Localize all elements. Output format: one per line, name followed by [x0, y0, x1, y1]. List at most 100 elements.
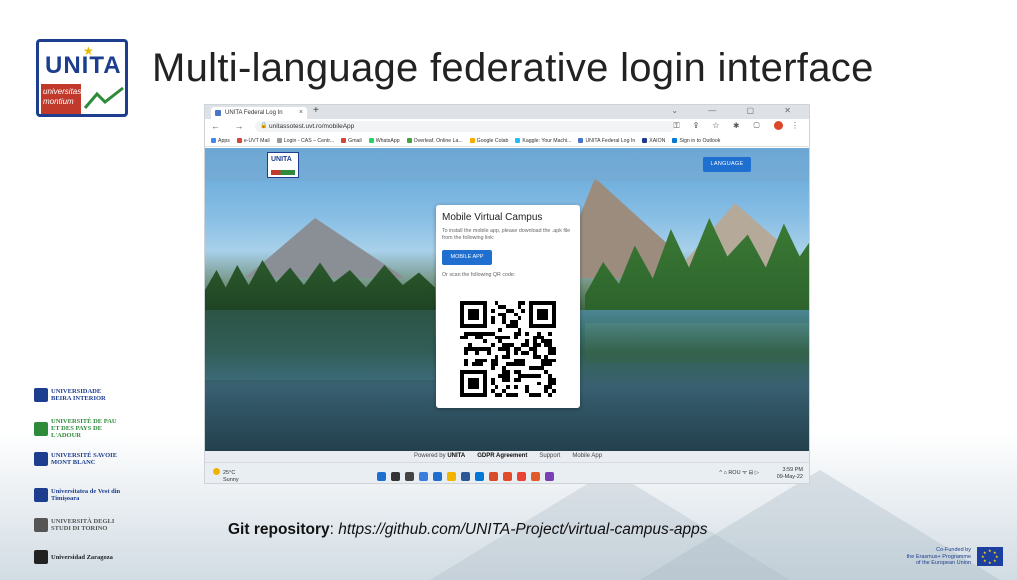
bookmark-label: Kaggle: Your Machi... [522, 138, 572, 144]
bookmark-icon [672, 138, 678, 143]
bookmark-item[interactable]: XAION [642, 138, 665, 144]
partner-logo: Universitatea de Vest din Timișoara [34, 488, 121, 502]
unita-logo-subtitle: universitas montium [41, 84, 81, 114]
bookmark-icon [276, 138, 282, 143]
qr-module [513, 335, 518, 340]
university-emblem-icon [34, 452, 48, 466]
bookmark-item[interactable]: UNITA Federal Log In [578, 138, 635, 144]
language-button[interactable]: LANGUAGE [703, 157, 751, 172]
mobile-app-button[interactable]: MOBILE APP [442, 250, 492, 265]
taskbar-app-icon[interactable] [545, 472, 554, 481]
bookmark-item[interactable]: Google Colab [469, 138, 508, 144]
bookmark-icon [211, 138, 216, 143]
favicon-icon [215, 110, 221, 116]
qr-module [513, 350, 518, 355]
qr-module [506, 377, 510, 382]
temperature: 25°C [223, 470, 236, 476]
taskbar-app-icon[interactable] [461, 472, 470, 481]
taskbar-app-icon[interactable] [503, 472, 512, 481]
url-field[interactable]: 🔒 unitassotest.uvt.ro/mobileApp [255, 121, 675, 132]
qr-module [483, 339, 487, 344]
taskbar-app-icon[interactable] [447, 472, 456, 481]
qr-module [552, 350, 556, 355]
bookmark-item[interactable]: e-UVT Mail [236, 138, 270, 144]
taskbar-app-icon[interactable] [489, 472, 498, 481]
taskbar-app-icon[interactable] [517, 472, 526, 481]
bookmark-icon [341, 138, 347, 143]
eu-flag-icon: ★ ★ ★ ★ ★ ★ ★ ★ [977, 547, 1003, 566]
weather-condition: Sunny [223, 476, 239, 483]
header-logo-text: UNITA [271, 156, 292, 163]
qr-module [490, 343, 495, 348]
qr-module [490, 308, 495, 313]
university-emblem-icon [34, 388, 48, 402]
lock-icon: 🔒 [260, 123, 268, 129]
browser-toolbar-icons[interactable]: ⚿ ⇪ ☆ ✱ ▢ ⋮ [673, 121, 805, 131]
bookmark-item[interactable]: WhatsApp [368, 138, 400, 144]
qr-module [463, 335, 468, 340]
qr-module [536, 373, 541, 378]
partner-name: UNIVERSITÉ DE PAU ET DES PAYS DE L'ADOUR [51, 418, 117, 439]
profile-avatar[interactable] [773, 121, 783, 131]
qr-module [513, 385, 518, 390]
page-header: UNITA LANGUAGE [205, 148, 809, 181]
footer-mobile-link[interactable]: Mobile App [572, 453, 602, 459]
bookmark-label: e-UVT Mail [243, 138, 270, 144]
new-tab-button[interactable]: + [313, 105, 319, 116]
eu-line-1: Co-Funded by [936, 547, 971, 553]
partner-logo: UNIVERSITÉ SAVOIE MONT BLANC [34, 452, 121, 466]
taskbar-app-icon[interactable] [433, 472, 442, 481]
page-footer: Powered by UNITA GDPR Agreement Support Mob… [205, 451, 809, 462]
taskbar-app-icon[interactable] [405, 472, 414, 481]
bookmark-label: Gmail [348, 138, 362, 144]
bookmark-item[interactable]: Kaggle: Your Machi... [515, 138, 571, 144]
qr-module [513, 393, 518, 397]
taskbar-app-icon[interactable] [377, 472, 386, 481]
git-repository-line: Git repository: https://github.com/UNITA… [228, 521, 708, 539]
taskbar-app-icon[interactable] [475, 472, 484, 481]
close-tab-icon[interactable]: × [299, 109, 303, 116]
bookmark-icon [578, 138, 584, 143]
weather-widget[interactable]: 25°C Sunny [213, 468, 239, 483]
bookmark-item[interactable]: Apps [211, 138, 230, 144]
sun-icon [213, 468, 220, 475]
bookmark-label: Sign in to Outlook [679, 138, 721, 144]
header-unita-logo[interactable]: UNITA [267, 152, 299, 178]
footer-support-link[interactable]: Support [539, 453, 560, 459]
window-controls[interactable]: ⌄ — ▢ ✕ [671, 106, 805, 115]
clock-time: 3:59 PM [782, 467, 803, 473]
partner-name: Universitatea de Vest din Timișoara [51, 488, 121, 502]
university-emblem-icon [34, 550, 48, 564]
clock-date: 09-May-22 [776, 474, 803, 480]
bookmark-icon [236, 138, 242, 143]
bookmark-label: Overleaf, Online La... [413, 138, 463, 144]
tray-icons[interactable]: ^ ⌂ ROU ᯤ ⊟ ▷ [719, 470, 759, 477]
eu-line-2: the Erasmus+ Programme [906, 553, 971, 560]
slide-title: Multi-language federative login interfac… [152, 46, 874, 90]
taskbar-app-icon[interactable] [419, 472, 428, 481]
taskbar-app-icon[interactable] [391, 472, 400, 481]
qr-module [552, 389, 556, 394]
bookmark-icon [515, 138, 521, 143]
qr-code[interactable] [460, 301, 556, 397]
bookmark-item[interactable]: Gmail [341, 138, 362, 144]
mountain-left [245, 218, 405, 278]
git-url[interactable]: https://github.com/UNITA-Project/virtual… [338, 521, 707, 538]
qr-module [486, 350, 491, 355]
partner-logo: UNIVERSITÀ DEGLI STUDI DI TORINO [34, 518, 121, 532]
taskbar-app-icon[interactable] [531, 472, 540, 481]
footer-gdpr-link[interactable]: GDPR Agreement [477, 453, 527, 459]
qr-finder-pattern [536, 308, 549, 321]
qr-module [506, 385, 510, 390]
bookmark-item[interactable]: Sign in to Outlook [672, 138, 720, 144]
footer-unita-link[interactable]: UNITA [447, 453, 465, 459]
system-tray[interactable]: ^ ⌂ ROU ᯤ ⊟ ▷ 3:59 PM 09-May-22 [719, 467, 803, 481]
address-bar-row: ← → C 🔒 unitassotest.uvt.ro/mobileApp ⚿ … [205, 119, 809, 135]
slide: ★ UNITA universitas montium Multi-langua… [0, 0, 1017, 580]
qr-module [517, 316, 522, 321]
bookmark-item[interactable]: Login - CAS – Centr... [276, 138, 334, 144]
bookmark-label: XAION [649, 138, 666, 144]
bookmark-item[interactable]: Overleaf, Online La... [406, 138, 463, 144]
partner-logo: UNIVERSIDADE BEIRA INTERIOR [34, 388, 121, 402]
browser-tab[interactable]: UNITA Federal Log In × [211, 107, 307, 119]
